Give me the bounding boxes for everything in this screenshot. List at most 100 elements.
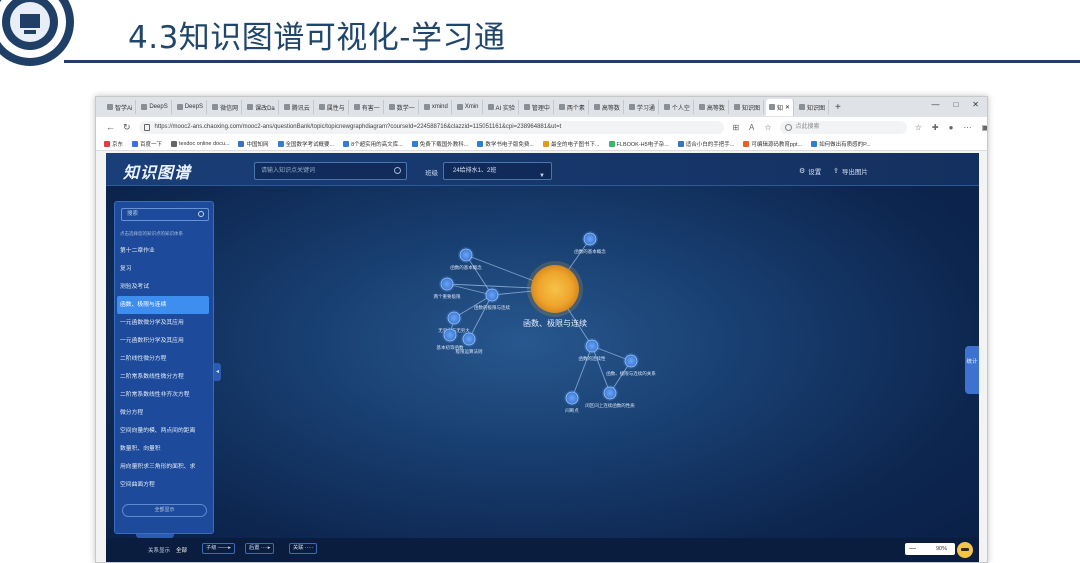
bookmark-item[interactable]: texdoc online docu... (171, 140, 230, 147)
bookmark-item[interactable]: 最全的电子图书下... (542, 140, 600, 148)
browser-tab[interactable]: 数学一 (386, 100, 419, 114)
tab-favicon-icon (423, 104, 430, 110)
tab-favicon-icon (663, 104, 670, 110)
browser-tab[interactable]: 知识图 (731, 100, 764, 114)
translate-icon[interactable]: ⊞ (732, 123, 739, 132)
bookmark-item[interactable]: 中国知网 (238, 140, 269, 148)
search-icon[interactable] (394, 167, 401, 174)
title-divider (64, 60, 1080, 63)
graph-node[interactable] (585, 339, 599, 353)
browser-tab[interactable]: 课改Da (244, 100, 279, 114)
favorites-icon[interactable]: ☆ (915, 123, 922, 132)
refresh-icon[interactable]: ↻ (123, 122, 131, 133)
close-window-button[interactable]: ✕ (972, 100, 979, 109)
graph-node[interactable] (443, 328, 457, 342)
browser-tab[interactable]: 高等数 (591, 100, 624, 114)
bookmark-item[interactable]: 可编辑源码教育ppt... (743, 140, 802, 148)
url-field[interactable]: https://mooc2-ans.chaoxing.com/mooc2-ans… (138, 120, 725, 134)
tab-close-icon[interactable]: ✕ (785, 104, 790, 111)
favorite-star-icon[interactable]: ☆ (764, 123, 771, 132)
relation-all-toggle[interactable]: 全部 (176, 546, 187, 554)
zoom-out-button[interactable]: — (909, 543, 916, 555)
tab-favicon-icon (456, 104, 463, 110)
relation-next-chip[interactable]: 后置 ····▸ (245, 543, 275, 554)
browser-tab[interactable]: 属性与 (316, 100, 349, 114)
browser-tab[interactable]: 个人空 (661, 100, 694, 114)
browser-tab[interactable]: 知识图 (796, 100, 830, 114)
slide-header: 4.3知识图谱可视化-学习通 (0, 0, 1080, 66)
bookmark-item[interactable]: 数学书电子版免费... (477, 140, 534, 148)
assistant-robot-icon[interactable] (957, 542, 973, 558)
browser-tab[interactable]: 智学Ai (104, 100, 137, 114)
graph-node[interactable] (485, 288, 499, 302)
profile-icon[interactable]: ● (949, 123, 954, 132)
sidebar-toggle-icon[interactable]: ▣ (981, 123, 987, 132)
browser-tab[interactable]: 高等数 (696, 100, 729, 114)
graph-node[interactable] (462, 332, 476, 346)
bookmark-label: 免费下载国外教科... (419, 141, 469, 148)
tab-label: DeepS (184, 104, 204, 110)
class-label: 班级 (425, 170, 438, 177)
relation-related-chip[interactable]: 关联 ····· (289, 543, 318, 554)
bookmark-item[interactable]: 全国数学考试概要... (277, 140, 334, 148)
bookmark-item[interactable]: 免费下载国外教科... (411, 140, 469, 148)
bookmark-favicon-icon (171, 140, 178, 147)
tab-label: 数学一 (396, 105, 415, 112)
minimize-button[interactable]: — (931, 100, 939, 109)
graph-node[interactable] (583, 232, 597, 246)
graph-node[interactable] (565, 391, 579, 405)
tab-label: DeepS (149, 104, 168, 110)
bookmark-item[interactable]: FLBOOK-H5电子杂... (608, 140, 669, 148)
relation-toolbar: 关系显示 全部 子级 ——▸ 后置 ····▸ 关联 ····· — 90% (106, 538, 979, 562)
settings-button[interactable]: ⚙ 设置 (799, 166, 821, 176)
extensions-icon[interactable]: ✚ (932, 123, 939, 132)
bookmark-item[interactable]: 京东 (104, 140, 123, 148)
bookmark-item[interactable]: 百度一下 (132, 140, 162, 148)
knowledge-graph-canvas[interactable]: 函数、极限与连续函数的基本概念函数的基本概念两个重要极限函数的极限与连续无穷小与… (106, 186, 979, 534)
browser-tab[interactable]: 微信网 (209, 100, 243, 114)
tab-favicon-icon (141, 104, 148, 110)
browser-tab[interactable]: DeepS (138, 100, 172, 114)
bookmark-label: 可编辑源码教育ppt... (751, 141, 803, 148)
graph-node[interactable] (603, 386, 617, 400)
bookmark-favicon-icon (608, 140, 615, 147)
relation-child-chip[interactable]: 子级 ——▸ (202, 543, 235, 554)
browser-tab[interactable]: Xmin (454, 100, 483, 114)
browser-tab[interactable]: AI 实验 (485, 100, 519, 114)
browser-tab[interactable]: 有害一 (351, 100, 384, 114)
bookmark-item[interactable]: 8个超实用的高文库... (343, 140, 403, 148)
browser-tab[interactable]: 腾讯云 (281, 100, 314, 114)
zoom-control[interactable]: — 90% (905, 543, 955, 555)
browser-tab[interactable]: 管理中 (521, 100, 554, 114)
bookmark-label: texdoc online docu... (179, 140, 230, 147)
back-arrow-icon[interactable]: ← (106, 122, 115, 132)
bookmark-item[interactable]: 如何做出有质感的P... (811, 140, 871, 148)
graph-node[interactable] (447, 311, 461, 325)
graph-edge (571, 345, 593, 399)
slide-title: 4.3知识图谱可视化-学习通 (128, 20, 506, 56)
browser-tab[interactable]: xmind (421, 100, 452, 114)
tab-favicon-icon (768, 104, 775, 110)
tab-label: 高等数 (601, 105, 620, 112)
graph-node[interactable] (459, 248, 473, 262)
bookmark-item[interactable]: 适合小白的手把手... (677, 140, 734, 148)
center-node[interactable] (531, 265, 579, 313)
export-image-button[interactable]: ⇪ 导出图片 (833, 166, 868, 176)
new-tab-button[interactable]: + (831, 102, 845, 113)
browser-tab[interactable]: DeepS (174, 100, 208, 114)
more-menu-icon[interactable]: ⋯ (963, 123, 971, 132)
browser-tab-active[interactable]: 知 ✕ (765, 98, 794, 116)
statistics-tab[interactable]: 统计 (965, 346, 979, 394)
bookmark-label: 如何做出有质感的P... (819, 141, 871, 148)
maximize-button[interactable]: □ (953, 100, 958, 109)
university-seal-icon (0, 0, 74, 66)
browser-tab[interactable]: 学习通 (626, 100, 659, 114)
browser-search-input[interactable]: 点此搜索 (779, 120, 907, 134)
knowledge-search-input[interactable]: 请输入知识点关键词 (254, 162, 407, 180)
browser-tab[interactable]: 两个素 (556, 100, 589, 114)
graph-node[interactable] (624, 354, 638, 368)
read-aloud-icon[interactable]: A (749, 123, 754, 132)
class-select[interactable]: 24给排水1、2班 ▼ (443, 162, 552, 180)
graph-node[interactable] (440, 277, 454, 291)
bookmark-favicon-icon (411, 140, 418, 147)
